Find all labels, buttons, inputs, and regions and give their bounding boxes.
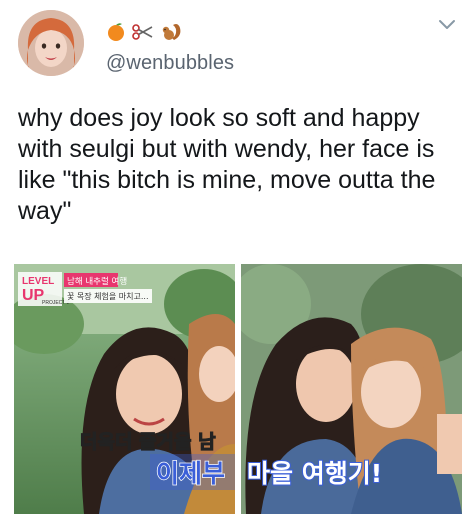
tangerine-emoji: [108, 23, 124, 41]
subtitle-line-1: 더욱더 즐거울 남: [80, 431, 216, 453]
chevron-down-icon[interactable]: [438, 18, 456, 32]
caption-tag-2: 꽃 목장 체험을 마치고...: [67, 291, 149, 301]
avatar[interactable]: [18, 10, 84, 76]
squirrel-emoji: [162, 24, 181, 40]
caption-tag-1: 남해 내추럴 여행: [67, 276, 127, 287]
logo-level: LEVEL: [22, 276, 54, 287]
avatar-image: [18, 10, 84, 76]
tweet-media: LEVEL UP PROJECT 2 남해 내추럴 여행 꽃 목장 체험을 마치…: [14, 264, 462, 514]
display-name[interactable]: [106, 22, 182, 42]
subtitle-right: 마을 여행기!: [247, 459, 382, 488]
scissors-emoji: [132, 24, 153, 40]
photo-right[interactable]: 마을 여행기!: [241, 264, 462, 514]
subtitle-line-2: 이제부: [156, 459, 225, 488]
user-handle[interactable]: @wenbubbles: [106, 52, 234, 75]
tweet-text: why does joy look so soft and happy with…: [18, 104, 436, 225]
photo-right-image: 마을 여행기!: [241, 264, 462, 514]
photo-left-image: LEVEL UP PROJECT 2 남해 내추럴 여행 꽃 목장 체험을 마치…: [14, 264, 235, 514]
tweet-header: @wenbubbles: [18, 8, 458, 88]
photo-left[interactable]: LEVEL UP PROJECT 2 남해 내추럴 여행 꽃 목장 체험을 마치…: [14, 264, 235, 514]
